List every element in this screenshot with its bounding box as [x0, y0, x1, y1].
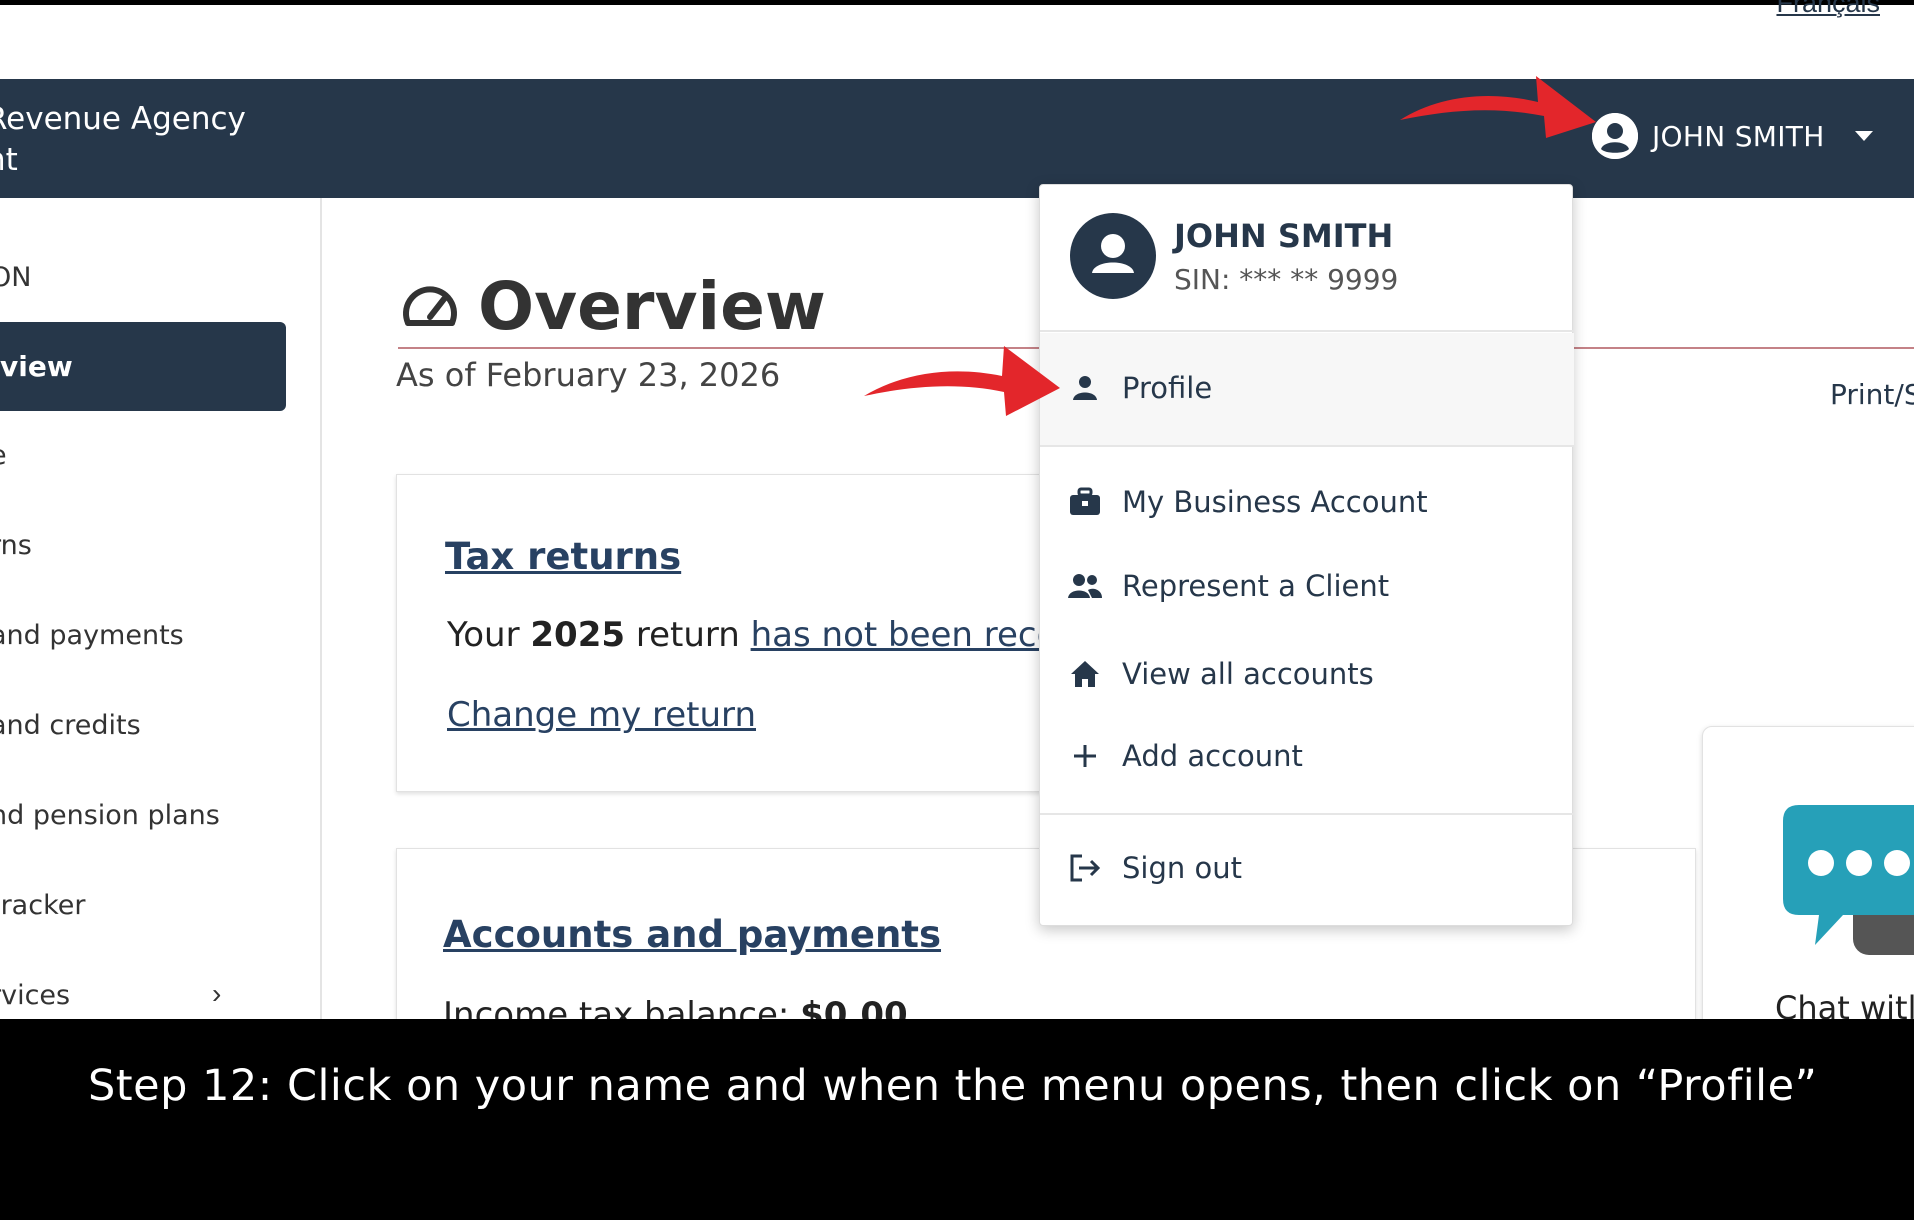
menu-item-label: View all accounts: [1122, 657, 1374, 691]
home-icon: [1068, 657, 1102, 691]
menu-item-profile[interactable]: Profile: [1068, 371, 1212, 405]
briefcase-icon: [1068, 485, 1102, 519]
user-menu-button[interactable]: JOHN SMITH: [1592, 113, 1873, 159]
accounts-payments-heading[interactable]: Accounts and payments: [443, 913, 941, 956]
menu-item-add-account[interactable]: Add account: [1068, 739, 1303, 773]
user-name: JOHN SMITH: [1652, 119, 1825, 153]
sidebar-item-benefits-credits[interactable]: and credits: [0, 710, 141, 741]
return-status-link[interactable]: has not been receiv: [751, 615, 1088, 655]
gauge-icon: [403, 285, 457, 326]
menu-item-label: Profile: [1122, 371, 1213, 405]
menu-item-business-account[interactable]: My Business Account: [1068, 485, 1428, 519]
menu-item-represent-client[interactable]: Represent a Client: [1068, 569, 1389, 603]
pointer-arrow-icon: [864, 346, 1060, 416]
sidebar-item-returns[interactable]: rns: [0, 530, 32, 561]
sidebar-item-savings-pension[interactable]: nd pension plans: [0, 800, 220, 831]
menu-divider: [1040, 445, 1574, 447]
sidebar-item-accounts-payments[interactable]: and payments: [0, 620, 184, 651]
menu-item-label: Represent a Client: [1122, 569, 1390, 603]
language-link[interactable]: Français: [1776, 0, 1880, 19]
tax-returns-card: Tax returns Your 2025 return has not bee…: [396, 474, 1096, 792]
menu-sin: SIN: *** ** 9999: [1174, 263, 1399, 296]
sidebar-item-services[interactable]: rvices: [0, 980, 70, 1011]
caption-text: Step 12: Click on your name and when the…: [88, 1061, 1818, 1111]
income-tax-balance: Income tax balance: $0.00: [443, 995, 908, 1019]
balance-value: $0.00: [800, 995, 908, 1019]
person-icon: [1070, 213, 1156, 299]
site-header: Revenue Agency nt JOHN SMITH: [0, 79, 1914, 198]
menu-item-label: Sign out: [1122, 851, 1242, 885]
print-link[interactable]: Print/S: [1830, 378, 1914, 411]
page-title-text: Overview: [478, 268, 826, 345]
sidebar-item-profile[interactable]: e: [0, 440, 7, 471]
page-title: Overview: [400, 268, 826, 345]
change-return-link[interactable]: Change my return: [447, 695, 756, 735]
sidebar-section-label: ON: [0, 262, 32, 293]
sidebar-item-tracker[interactable]: tracker: [0, 890, 85, 921]
account-circle-icon: [1592, 113, 1638, 159]
tax-returns-heading[interactable]: Tax returns: [445, 535, 681, 578]
top-strip: [0, 0, 1914, 5]
menu-user-name: JOHN SMITH: [1174, 217, 1394, 255]
return-status-text: Your 2025 return has not been receiv: [447, 615, 1088, 655]
sidebar: ON view e rns and payments and credits n…: [0, 198, 322, 1019]
brand-name[interactable]: Revenue Agency: [0, 101, 246, 137]
menu-divider: [1040, 813, 1574, 815]
chevron-down-icon: [1854, 131, 1873, 141]
person-icon: [1068, 371, 1102, 405]
menu-item-view-all-accounts[interactable]: View all accounts: [1068, 657, 1374, 691]
menu-divider: [1040, 330, 1574, 332]
chat-bubble-icon: [1783, 805, 1914, 955]
menu-item-sign-out[interactable]: Sign out: [1068, 851, 1242, 885]
as-of-date: As of February 23, 2026: [396, 356, 781, 394]
user-dropdown-menu: JOHN SMITH SIN: *** ** 9999 Profile My B…: [1039, 184, 1574, 926]
sidebar-item-overview[interactable]: view: [0, 322, 286, 411]
chat-card[interactable]: Chat witl: [1702, 726, 1914, 1019]
brand-subline: nt: [0, 142, 18, 178]
menu-item-label: Add account: [1122, 739, 1303, 773]
return-year: 2025: [530, 615, 626, 655]
tutorial-caption: Step 12: Click on your name and when the…: [0, 1019, 1914, 1220]
pointer-arrow-icon: [1400, 76, 1596, 138]
people-icon: [1068, 569, 1102, 603]
menu-item-label: My Business Account: [1122, 485, 1428, 519]
sign-out-icon: [1068, 851, 1102, 885]
plus-icon: [1068, 739, 1102, 773]
chat-label: Chat witl: [1775, 989, 1914, 1019]
screenshot-area: Français Revenue Agency nt JOHN SMITH ON…: [0, 0, 1914, 1019]
chevron-right-icon: ›: [212, 978, 222, 1009]
